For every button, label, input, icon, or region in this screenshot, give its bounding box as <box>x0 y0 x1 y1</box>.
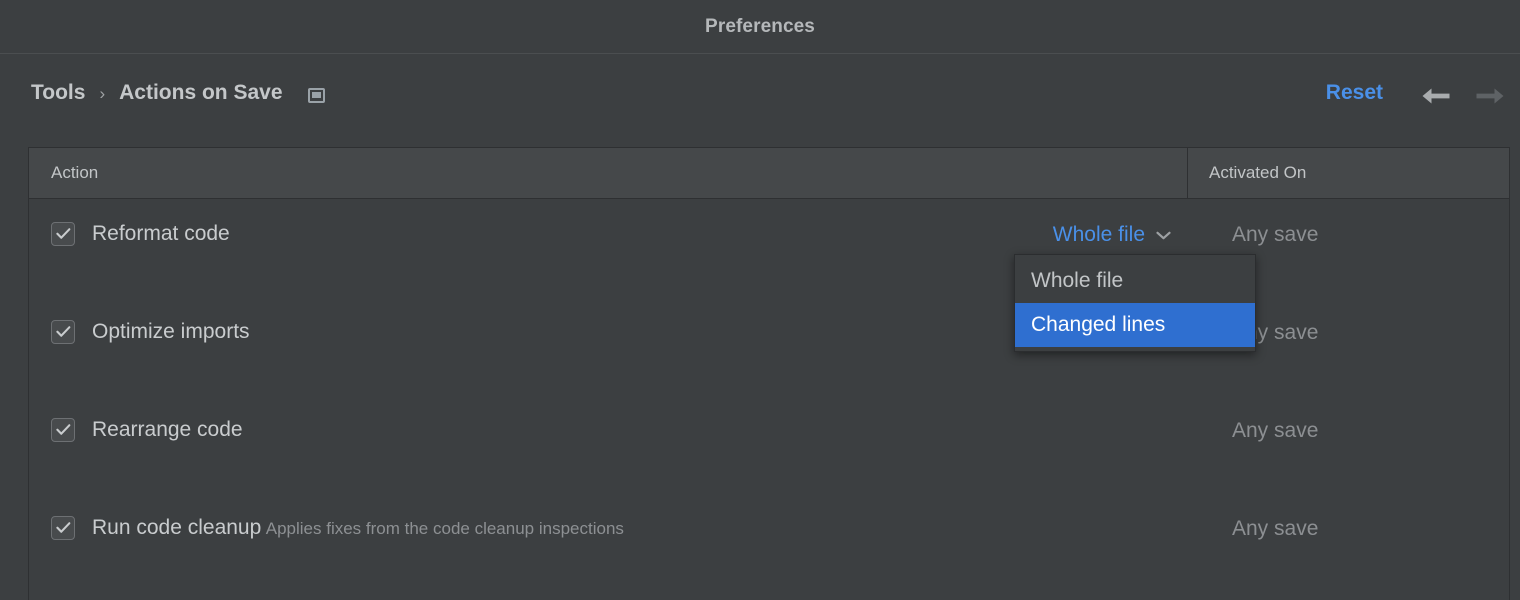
checkbox-reformat-code[interactable] <box>51 222 75 246</box>
checkbox-rearrange-code[interactable] <box>51 418 75 442</box>
reset-button[interactable]: Reset <box>1326 81 1383 105</box>
action-cell: Run code cleanup Applies fixes from the … <box>51 515 624 541</box>
action-description: Applies fixes from the code cleanup insp… <box>266 519 624 538</box>
actions-on-save-table: Action Activated On Reformat code Whole … <box>28 147 1510 600</box>
option-dropdown-popup: Whole file Changed lines <box>1014 254 1256 352</box>
breadcrumb-root[interactable]: Tools <box>31 81 85 105</box>
breadcrumb-current: Actions on Save <box>119 81 282 105</box>
breadcrumb-separator: › <box>85 84 119 104</box>
option-label: Whole file <box>1053 223 1145 247</box>
action-text: Optimize imports <box>92 319 250 345</box>
activated-on-value: Any save <box>1232 419 1318 443</box>
activated-on-value: Any save <box>1232 517 1318 541</box>
arrow-right-icon <box>1472 82 1508 110</box>
action-text: Run code cleanup Applies fixes from the … <box>92 515 624 541</box>
option-dropdown-reformat-code[interactable]: Whole file <box>1053 223 1171 247</box>
action-text: Reformat code <box>92 221 230 247</box>
settings-header: Tools › Actions on Save Reset <box>0 55 1520 137</box>
action-cell: Reformat code <box>51 221 230 247</box>
title-bar: Preferences <box>0 0 1520 54</box>
preferences-dialog: Preferences Tools › Actions on Save Rese… <box>0 0 1520 600</box>
breadcrumb: Tools › Actions on Save <box>31 81 325 105</box>
column-header-activated-on[interactable]: Activated On <box>1187 148 1509 198</box>
dropdown-item-whole-file[interactable]: Whole file <box>1015 259 1255 303</box>
column-header-action[interactable]: Action <box>29 148 1187 198</box>
arrow-left-icon[interactable] <box>1418 82 1454 110</box>
table-row: Reformat code Whole file Any save <box>29 199 1509 297</box>
table-row: Rearrange code Any save <box>29 395 1509 493</box>
window-title: Preferences <box>0 0 1520 54</box>
action-label: Run code cleanup <box>92 516 261 539</box>
action-cell: Rearrange code <box>51 417 243 443</box>
table-row: Run code cleanup Applies fixes from the … <box>29 493 1509 598</box>
chevron-down-icon <box>1156 231 1171 240</box>
dropdown-item-changed-lines[interactable]: Changed lines <box>1015 303 1255 347</box>
panel-icon <box>308 88 325 103</box>
checkbox-run-code-cleanup[interactable] <box>51 516 75 540</box>
action-cell: Optimize imports <box>51 319 250 345</box>
checkbox-optimize-imports[interactable] <box>51 320 75 344</box>
activated-on-value: Any save <box>1232 223 1318 247</box>
table-row: Optimize imports Any save <box>29 297 1509 395</box>
action-label: Rearrange code <box>92 418 243 441</box>
table-header-row: Action Activated On <box>29 148 1509 199</box>
action-text: Rearrange code <box>92 417 243 443</box>
action-label: Reformat code <box>92 222 230 245</box>
action-label: Optimize imports <box>92 320 250 343</box>
